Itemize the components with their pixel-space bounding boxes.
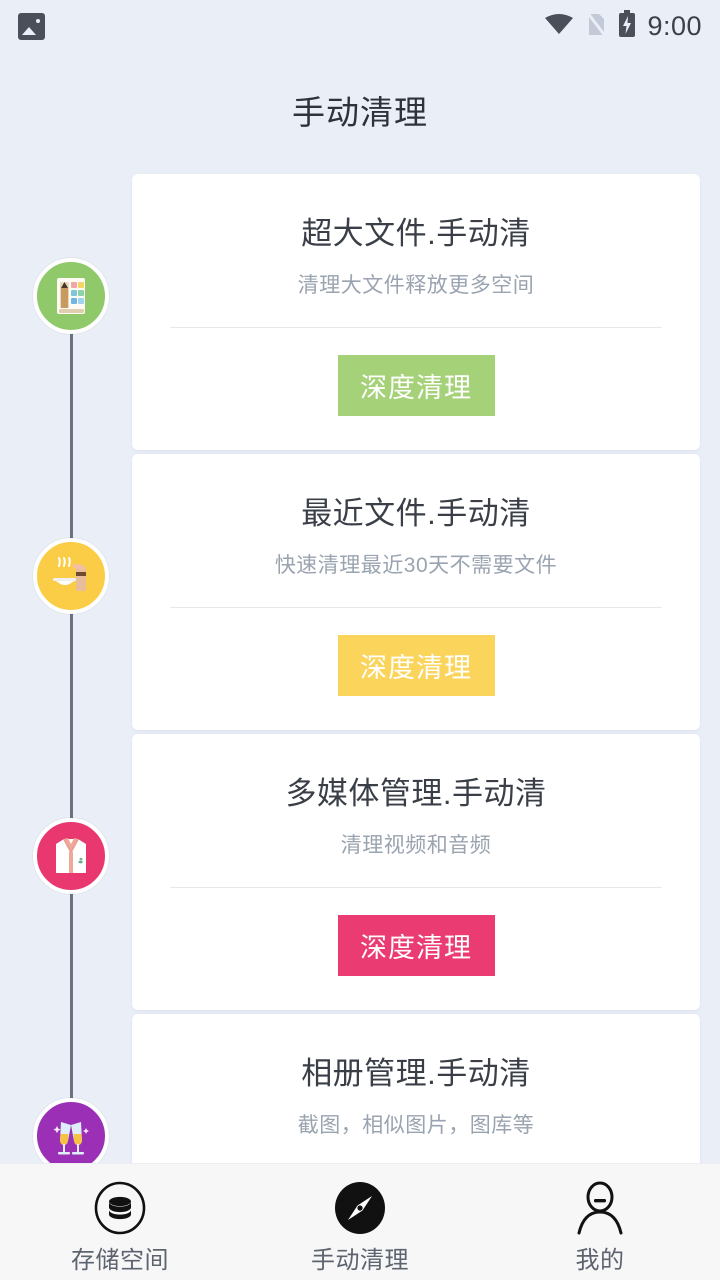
nav-label: 我的 (575, 1247, 625, 1274)
status-bar-clock: 9:00 (647, 10, 702, 41)
clothing-shirt-icon (48, 833, 94, 879)
card-subtitle: 清理视频和音频 (340, 834, 492, 857)
bottom-navigation-bar: 存储空间 手动清理 我的 (0, 1163, 720, 1280)
card-multimedia[interactable]: 多媒体管理.手动清 清理视频和音频 深度清理 (132, 734, 700, 1010)
card-title: 相册管理.手动清 (301, 1056, 531, 1091)
nav-item-storage[interactable]: 存储空间 (0, 1164, 240, 1275)
page-title: 手动清理 (292, 94, 428, 131)
status-bar-left (18, 12, 45, 40)
battery-charging-icon (618, 10, 636, 42)
cooking-bowl-icon (48, 553, 94, 599)
timeline-node-cooking-bowl[interactable] (33, 538, 109, 614)
nav-item-profile[interactable]: 我的 (480, 1164, 720, 1275)
card-action-area: 深度清理 (132, 328, 700, 450)
deep-clean-button[interactable]: 深度清理 (337, 355, 495, 416)
nav-label: 手动清理 (311, 1247, 409, 1274)
status-bar-right: 9:00 (544, 10, 702, 42)
wifi-icon (544, 12, 574, 41)
card-title: 多媒体管理.手动清 (285, 776, 547, 811)
person-icon (573, 1180, 627, 1236)
compass-icon (333, 1180, 387, 1236)
no-sim-icon (585, 10, 608, 42)
nav-label: 存储空间 (71, 1247, 169, 1274)
card-action-area: 深度清理 (132, 888, 700, 1010)
storage-database-icon (93, 1180, 147, 1236)
card-subtitle: 快速清理最近30天不需要文件 (274, 554, 558, 577)
photo-icon (18, 12, 45, 40)
art-supplies-icon (48, 273, 94, 319)
timeline-connector-line (70, 325, 73, 1170)
card-title: 最近文件.手动清 (301, 496, 531, 531)
timeline-node-art-supplies[interactable] (33, 258, 109, 334)
card-recent-files[interactable]: 最近文件.手动清 快速清理最近30天不需要文件 深度清理 (132, 454, 700, 730)
card-large-files[interactable]: 超大文件.手动清 清理大文件释放更多空间 深度清理 (132, 174, 700, 450)
card-title: 超大文件.手动清 (301, 216, 531, 251)
card-subtitle: 截图，相似图片，图库等 (297, 1114, 535, 1137)
status-bar: 9:00 (0, 0, 720, 52)
champagne-toast-icon (48, 1113, 94, 1159)
card-subtitle: 清理大文件释放更多空间 (297, 274, 535, 297)
timeline-node-clothing[interactable] (33, 818, 109, 894)
deep-clean-button[interactable]: 深度清理 (337, 635, 495, 696)
nav-item-manual-clean[interactable]: 手动清理 (240, 1164, 480, 1275)
deep-clean-button[interactable]: 深度清理 (337, 915, 495, 976)
card-action-area: 深度清理 (132, 608, 700, 730)
